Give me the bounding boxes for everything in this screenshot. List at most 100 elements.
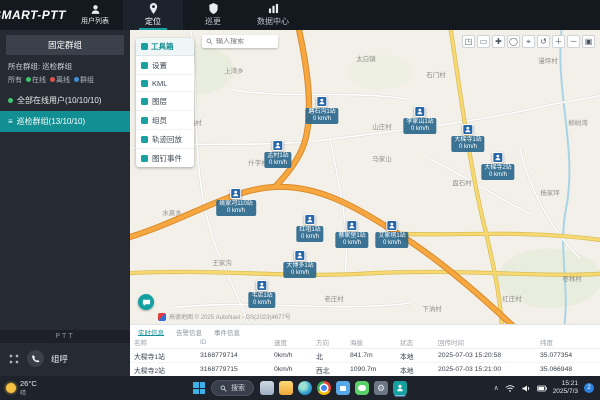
- user-marker[interactable]: 李家山1站0 km/h: [403, 106, 436, 134]
- taskbar-search[interactable]: 搜索: [211, 380, 254, 396]
- header-tab-location-pin[interactable]: 定位: [123, 0, 183, 30]
- filter-群组[interactable]: 群组: [74, 75, 94, 85]
- status-dot: [74, 77, 79, 82]
- taskbar-app-chrome[interactable]: [317, 381, 331, 395]
- map-search-box[interactable]: [202, 35, 278, 48]
- map-control-locate[interactable]: ⌖: [522, 35, 535, 48]
- taskbar-app-edge[interactable]: [298, 381, 312, 395]
- user-marker[interactable]: 磨石沟1站0 km/h: [305, 96, 338, 124]
- column-header: 回传时间: [434, 336, 536, 349]
- map-control-layers[interactable]: ◳: [462, 35, 475, 48]
- user-marker[interactable]: 大樑寺2站0 km/h: [481, 152, 514, 180]
- smart-ptt-app: SMART-PTT 用户列表 定位巡更数据中心 固定群组 所在群组: 巡检群组 …: [0, 0, 600, 400]
- table-row[interactable]: 大樑寺2站31687797150km/h西北1090.7m本地2025-07-0…: [130, 363, 600, 377]
- map-control-add-marker[interactable]: ✚: [492, 35, 505, 48]
- toolbox-item-设置[interactable]: 设置: [136, 56, 194, 75]
- toolbox-title: 工具箱: [151, 41, 174, 52]
- table-cell: 本地: [396, 349, 434, 363]
- toolbox-header[interactable]: 工具箱: [136, 38, 194, 56]
- group-list-item[interactable]: ≡ 巡检群组(13/10/10): [0, 111, 130, 132]
- header-tab-data-chart[interactable]: 数据中心: [243, 0, 303, 30]
- marker-label: 李家山1站0 km/h: [403, 118, 436, 134]
- table-cell: 北: [312, 349, 346, 363]
- person-marker-icon: [493, 152, 504, 163]
- user-marker[interactable]: 艾家塄1站0 km/h: [375, 220, 408, 248]
- toolbox-item-组员[interactable]: 组员: [136, 111, 194, 130]
- map-control-circle-select[interactable]: ◯: [507, 35, 520, 48]
- data-chart-icon: [268, 3, 279, 14]
- location-pin-icon: [148, 3, 159, 14]
- bottom-tab-实时信息[interactable]: 实时信息: [138, 327, 164, 336]
- group-label: 全部在线用户(10/10/10): [17, 95, 101, 106]
- group-call-button[interactable]: [27, 350, 44, 367]
- message-button[interactable]: [138, 294, 154, 310]
- current-group-label: 所在群组: 巡检群组: [0, 55, 130, 75]
- marker-label: 红咀1站0 km/h: [296, 226, 323, 242]
- map-control-rectangle-select[interactable]: ▭: [477, 35, 490, 48]
- taskbar-app-file-explorer[interactable]: [279, 381, 293, 395]
- online-dot: [8, 98, 13, 103]
- user-list-button[interactable]: 用户列表: [81, 0, 109, 30]
- start-button[interactable]: [193, 382, 205, 394]
- map-canvas[interactable]: 红山村上湾乡太白镇石门村漫坪村柳树湾高庙村什字村马家山盘石村杨家坪水泉乡王家沟老…: [130, 30, 600, 324]
- taskbar-app-task-view[interactable]: [260, 381, 274, 395]
- filter-all[interactable]: 所有: [8, 75, 22, 85]
- toolbox-item-label: KML: [152, 79, 167, 88]
- table-cell: 0km/h: [270, 349, 312, 363]
- user-marker[interactable]: 韦店1站0 km/h: [248, 280, 275, 308]
- user-icon: [90, 4, 101, 15]
- dialpad-icon[interactable]: [8, 353, 20, 365]
- bottom-panel-tabs: 实时信息 告警信息 事件信息: [130, 325, 600, 336]
- header-tab-patrol-shield[interactable]: 巡更: [183, 0, 243, 30]
- taskbar-app-wechat[interactable]: [355, 381, 369, 395]
- phone-icon: [31, 354, 41, 364]
- toolbox-item-icon: [141, 80, 148, 87]
- table-cell: 35.066948: [536, 363, 600, 377]
- tray-chevron-icon[interactable]: ∧: [494, 384, 499, 392]
- filter-离线[interactable]: 离线: [50, 75, 70, 85]
- user-marker[interactable]: 红咀1站0 km/h: [296, 214, 323, 242]
- taskbar-app-settings[interactable]: ⚙: [374, 381, 388, 395]
- taskbar-clock[interactable]: 15:21 2025/7/3: [553, 380, 578, 396]
- user-marker[interactable]: 大樑寺1站0 km/h: [451, 124, 484, 152]
- user-marker[interactable]: 姚家河110站0 km/h: [216, 188, 256, 216]
- map-search-input[interactable]: [216, 38, 274, 45]
- wifi-icon[interactable]: [505, 384, 515, 393]
- toolbox-item-轨迹回放[interactable]: 轨迹回放: [136, 130, 194, 149]
- user-marker[interactable]: 大博多1站0 km/h: [283, 250, 316, 278]
- map-control-reset-view[interactable]: ↺: [537, 35, 550, 48]
- header-tab-label: 数据中心: [257, 16, 289, 27]
- fixed-group-header[interactable]: 固定群组: [6, 35, 124, 55]
- person-marker-icon: [273, 140, 284, 151]
- map-control-zoom-out[interactable]: －: [567, 35, 580, 48]
- table-row[interactable]: 大樑寺1站31687797140km/h北841.7m本地2025-07-03 …: [130, 349, 600, 363]
- table-cell: 841.7m: [346, 349, 396, 363]
- taskbar-app-smart-ptt[interactable]: [393, 381, 407, 395]
- marker-label: 孟村1站0 km/h: [264, 152, 291, 168]
- toolbox-item-图钉事件[interactable]: 图钉事件: [136, 149, 194, 167]
- weather-widget[interactable]: 26°C 晴: [6, 379, 37, 397]
- toolbox-item-图层[interactable]: 图层: [136, 92, 194, 111]
- battery-icon[interactable]: [537, 384, 547, 393]
- group-list-icon: ≡: [8, 118, 13, 126]
- group-label: 巡检群组(13/10/10): [17, 116, 85, 127]
- column-header: 状态: [396, 336, 434, 349]
- volume-icon[interactable]: [521, 384, 531, 393]
- notification-badge[interactable]: 2: [584, 383, 594, 393]
- column-header: ID: [196, 336, 270, 349]
- bottom-tab-事件信息[interactable]: 事件信息: [214, 327, 240, 336]
- filter-在线[interactable]: 在线: [26, 75, 46, 85]
- toolbox-item-KML[interactable]: KML: [136, 75, 194, 92]
- taskbar-app-store[interactable]: [336, 381, 350, 395]
- toolbox-icon: [141, 43, 148, 50]
- group-filters: 所有 在线离线群组: [0, 75, 130, 90]
- group-list-item[interactable]: 全部在线用户(10/10/10): [0, 90, 130, 111]
- map-control-fullscreen[interactable]: ▣: [582, 35, 595, 48]
- table-cell: 2025-07-03 15:21:00: [434, 363, 536, 377]
- user-marker[interactable]: 蔡家堡1站0 km/h: [335, 220, 368, 248]
- user-marker[interactable]: 孟村1站0 km/h: [264, 140, 291, 168]
- bottom-tab-告警信息[interactable]: 告警信息: [176, 327, 202, 336]
- map-control-zoom-in[interactable]: ＋: [552, 35, 565, 48]
- group-list: 全部在线用户(10/10/10) ≡ 巡检群组(13/10/10): [0, 90, 130, 132]
- toolbox-item-label: 组员: [152, 115, 167, 126]
